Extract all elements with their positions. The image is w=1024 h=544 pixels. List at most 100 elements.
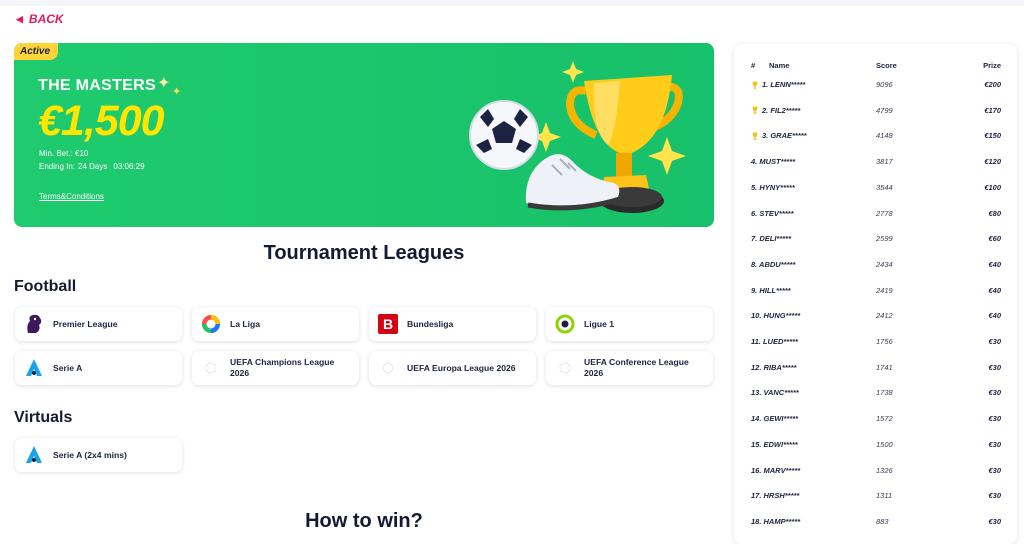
score-header: Score [876,61,897,70]
leaderboard-row: 9. HILL***** 2419 €40 [734,286,1017,312]
league-label: Bundesliga [407,318,454,329]
player-name-text: 18. HAMP***** [751,516,801,526]
leaderboard-row: 5. HYNY***** 3544 €100 [734,183,1017,209]
trophy-icon [752,81,758,89]
player-name: 4. MUST***** [751,157,795,166]
uefa-icon [554,357,576,379]
player-name: 6. STEV***** [751,209,794,218]
ending-countdown: Ending In: 24 Days 03:06:29 [39,162,145,171]
player-prize: €30 [988,337,1001,346]
player-score: 1311 [876,491,893,501]
leaderboard-row: 15. EDWI***** 1500 €30 [734,440,1017,466]
player-name-text: 2. FIL2***** [762,105,801,115]
league-label: Serie A (2x4 mins) [53,449,127,460]
league-card-premier-league[interactable]: Premier League [15,307,182,341]
league-label: Ligue 1 [584,318,615,329]
player-score: 1500 [876,439,893,449]
player-name: 2. FIL2***** [751,106,800,115]
player-name: 5. HYNY***** [751,183,795,192]
player-score: 1756 [876,337,893,346]
ending-label: Ending In: [39,162,76,171]
player-score: 2412 [876,311,893,321]
player-name-text: 10. HUNG***** [751,311,801,321]
sparkle-icon: ✦ [172,86,182,98]
player-name-text: 5. HYNY***** [751,182,795,192]
football-section-title: Football [14,278,77,295]
terms-conditions-link[interactable]: Terms&Conditions [39,192,104,201]
player-name: 10. HUNG***** [751,311,800,320]
leaderboard-panel: # Name Score Prize 1. LENN***** 9096 €200 2… [734,44,1017,544]
player-score: 4148 [876,131,893,141]
trophy-icon [752,106,758,114]
player-name: 17. HRSH***** [751,491,799,500]
back-label: BACK [28,12,64,26]
ending-days: 24 Days [78,162,108,171]
player-name-text: 17. HRSH***** [751,491,800,501]
player-name-text: 1. LENN***** [762,80,806,89]
league-card-uefa-europa-league[interactable]: UEFA Europa League 2026 [369,351,536,385]
player-name: 14. GEWI***** [751,414,798,423]
leaderboard-row: 11. LUED***** 1756 €30 [734,337,1017,363]
league-label: Serie A [53,362,83,373]
player-prize: €100 [984,182,1001,192]
league-card-serie-a-virtual[interactable]: Serie A (2x4 mins) [15,438,182,472]
player-name-text: 8. ABDU***** [751,259,796,269]
player-score: 1738 [876,388,893,398]
uefa-icon [200,357,222,379]
premier-league-icon [23,313,45,335]
player-prize: €30 [988,516,1001,526]
league-card-la-liga[interactable]: La Liga [192,307,359,341]
sparkle-icon: ✦ [157,75,171,92]
leaderboard-row: 14. GEWI***** 1572 €30 [734,414,1017,440]
player-prize: €60 [988,234,1001,244]
league-card-ligue-1[interactable]: Ligue 1 [546,307,713,341]
player-prize: €40 [988,311,1001,321]
svg-text:B: B [383,316,393,332]
back-button[interactable]: ◀ BACK [16,12,64,26]
leaderboard-row: 8. ABDU***** 2434 €40 [734,260,1017,286]
top-strip [0,0,1024,6]
league-card-bundesliga[interactable]: B Bundesliga [369,307,536,341]
leaderboard-row: 2. FIL2***** 4799 €170 [734,106,1017,132]
player-name: 15. EDWI***** [751,440,798,449]
league-card-uefa-conference-league[interactable]: UEFA Conference League 2026 [546,351,713,385]
league-card-serie-a[interactable]: Serie A [15,351,182,385]
player-score: 1741 [876,362,893,372]
player-score: 1572 [876,414,893,424]
league-label: Premier League [53,318,118,329]
player-name: 1. LENN***** [751,80,805,89]
player-name-text: 6. STEV***** [751,208,794,218]
how-to-win-title: How to win? [305,510,423,532]
tournament-banner: Active THE MASTERS ✦ ✦ €1,500 Min. Bet.:… [14,43,714,227]
player-prize: €120 [984,157,1001,167]
min-bet-text: Min. Bet.: €10 [39,149,89,158]
rank-header: # [751,61,756,70]
leaderboard-row: 18. HAMP***** 883 €30 [734,517,1017,543]
virtuals-section-title: Virtuals [14,409,73,426]
league-label: UEFA Conference League 2026 [584,357,689,378]
player-score: 2434 [876,259,893,269]
player-name-text: 11. LUED***** [751,337,798,346]
player-name: 3. GRAE***** [751,131,807,140]
player-prize: €30 [988,491,1001,501]
player-score: 1326 [876,465,893,475]
league-card-uefa-champions-league[interactable]: UEFA Champions League 2026 [192,351,359,385]
player-prize: €30 [988,414,1001,424]
serie-a-icon [23,357,45,379]
player-score: 2419 [876,285,893,295]
player-name-text: 9. HILL***** [751,285,791,295]
player-name-text: 16. MARV***** [751,465,801,475]
player-name: 9. HILL***** [751,286,791,295]
leaderboard-row: 4. MUST***** 3817 €120 [734,157,1017,183]
player-name-text: 13. VANC***** [751,388,799,398]
prize-header: Prize [983,61,1001,70]
player-score: 3817 [876,157,893,167]
leaderboard-row: 3. GRAE***** 4148 €150 [734,131,1017,157]
player-score: 2599 [876,234,893,244]
player-score: 883 [876,516,889,526]
player-prize: €170 [984,105,1001,115]
tournament-title: THE MASTERS [38,77,156,94]
player-name: 8. ABDU***** [751,260,795,269]
ligue-1-icon [554,313,576,335]
player-prize: €30 [988,465,1001,475]
